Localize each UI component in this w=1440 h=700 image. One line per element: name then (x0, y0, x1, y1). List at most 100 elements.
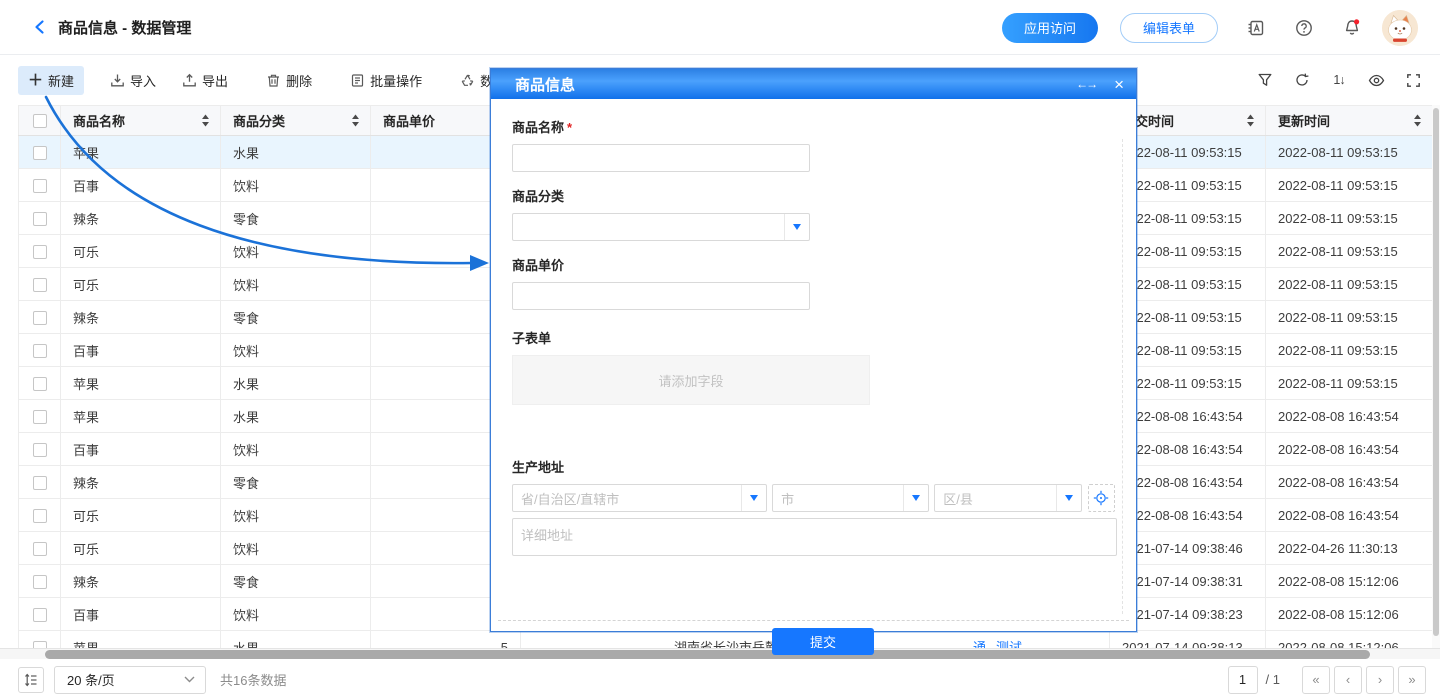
cell-product-name: 苹果 (61, 631, 221, 649)
select-arrow (784, 214, 809, 240)
vertical-scrollbar[interactable] (1432, 105, 1440, 648)
filter-icon[interactable] (1256, 71, 1274, 89)
page-size-select[interactable]: 20 条/页 (54, 666, 206, 694)
row-checkbox[interactable] (33, 443, 47, 457)
language-docs-icon[interactable] (1246, 18, 1266, 38)
product-price-input[interactable] (512, 282, 810, 310)
next-page-button[interactable]: › (1366, 666, 1394, 694)
close-icon[interactable]: × (1114, 76, 1124, 93)
product-category-select[interactable] (512, 213, 810, 241)
province-select[interactable]: 省/自治区/直辖市 (512, 484, 767, 512)
select-all-checkbox[interactable] (33, 114, 47, 128)
notification-dot (1354, 19, 1359, 24)
header-name[interactable]: 商品名称 (61, 106, 221, 136)
delete-button[interactable]: 删除 (266, 71, 312, 90)
expand-icon[interactable]: ←→ (1076, 77, 1096, 91)
row-checkbox[interactable] (33, 278, 47, 292)
row-checkbox[interactable] (33, 146, 47, 160)
modal-header[interactable]: 商品信息 ←→ × (491, 69, 1136, 99)
sort-arrows-icon (351, 114, 360, 127)
trash-icon (266, 73, 281, 88)
cell-update-time: 2022-08-11 09:53:15 (1266, 235, 1433, 268)
import-icon (110, 73, 125, 88)
row-checkbox[interactable] (33, 311, 47, 325)
attachment-link[interactable]: 测试 (996, 640, 1022, 648)
district-select[interactable]: 区/县 (934, 484, 1081, 512)
avatar[interactable] (1382, 10, 1418, 46)
back-icon[interactable] (32, 18, 50, 36)
row-height-icon[interactable] (18, 667, 44, 693)
detail-address-input[interactable] (512, 518, 1117, 556)
app-access-button[interactable]: 应用访问 (1002, 13, 1098, 43)
refresh-icon[interactable] (1293, 71, 1311, 89)
row-checkbox[interactable] (33, 410, 47, 424)
required-mark: * (567, 120, 572, 135)
row-checkbox[interactable] (33, 542, 47, 556)
prev-page-button[interactable]: ‹ (1334, 666, 1362, 694)
cell-update-time: 2022-08-11 09:53:15 (1266, 268, 1433, 301)
header-category[interactable]: 商品分类 (221, 106, 371, 136)
recycle-icon (460, 73, 475, 88)
product-name-input[interactable] (512, 144, 810, 172)
cell-checkbox (19, 334, 61, 367)
cell-product-name: 百事 (61, 598, 221, 631)
row-checkbox[interactable] (33, 575, 47, 589)
eye-icon[interactable] (1367, 71, 1385, 89)
first-page-button[interactable]: « (1302, 666, 1330, 694)
subform-dropzone[interactable]: 请添加字段 (512, 355, 870, 405)
row-checkbox[interactable] (33, 377, 47, 391)
new-button[interactable]: ＋ 新建 (18, 66, 84, 95)
province-placeholder: 省/自治区/直辖市 (521, 489, 619, 508)
locate-button[interactable] (1088, 484, 1116, 512)
product-category-label: 商品分类 (512, 186, 1115, 205)
row-checkbox[interactable] (33, 179, 47, 193)
row-checkbox[interactable] (33, 509, 47, 523)
cell-product-category: 零食 (221, 565, 371, 598)
select-arrow (903, 485, 928, 511)
submit-button[interactable]: 提交 (772, 628, 874, 655)
import-button[interactable]: 导入 (110, 71, 156, 90)
cell-product-category: 饮料 (221, 499, 371, 532)
help-icon[interactable] (1294, 18, 1314, 38)
export-button[interactable]: 导出 (182, 71, 228, 90)
cell-product-category: 零食 (221, 301, 371, 334)
horizontal-scrollbar[interactable] (0, 648, 1440, 659)
modal-title: 商品信息 (515, 74, 575, 95)
city-select[interactable]: 市 (772, 484, 929, 512)
sort-arrows-icon (1413, 114, 1422, 127)
cell-product-name: 百事 (61, 334, 221, 367)
cell-product-category: 零食 (221, 466, 371, 499)
pagination-bar: 20 条/页 共16条数据 1 / 1 « ‹ › » (0, 659, 1440, 700)
notification-bell-icon[interactable] (1342, 18, 1362, 38)
cell-product-price: 5 (371, 631, 521, 649)
current-page-input[interactable]: 1 (1228, 666, 1258, 694)
row-checkbox[interactable] (33, 476, 47, 490)
row-checkbox[interactable] (33, 245, 47, 259)
header-checkbox-cell (19, 106, 61, 136)
edit-form-button[interactable]: 编辑表单 (1120, 13, 1218, 43)
cell-checkbox (19, 268, 61, 301)
cell-checkbox (19, 169, 61, 202)
horizontal-scrollbar-thumb[interactable] (45, 650, 1370, 659)
row-checkbox[interactable] (33, 212, 47, 226)
sort-icon[interactable]: 1↓ (1330, 71, 1348, 89)
cell-product-name: 辣条 (61, 202, 221, 235)
row-checkbox[interactable] (33, 608, 47, 622)
row-checkbox[interactable] (33, 641, 47, 648)
fullscreen-icon[interactable] (1404, 71, 1422, 89)
header-update-time[interactable]: 更新时间 (1266, 106, 1433, 136)
attachment-link[interactable]: 通 (973, 640, 986, 648)
last-page-button[interactable]: » (1398, 666, 1426, 694)
cell-update-time: 2022-08-11 09:53:15 (1266, 301, 1433, 334)
batch-actions-button[interactable]: 批量操作 (350, 71, 422, 90)
cell-product-name: 百事 (61, 169, 221, 202)
cell-links: 通 测试 (973, 631, 1032, 648)
vertical-scrollbar-thumb[interactable] (1433, 108, 1439, 636)
subform-label: 子表单 (512, 328, 1115, 347)
modal-body: 商品名称* 商品分类 商品单价 子表单 请添加字段 生产地址 省/自治区/直辖市 (491, 99, 1136, 633)
table-row[interactable]: 苹果 水果 5 湖南省长沙市岳麓区天顶街道通测试 2021-07-14 09:3… (19, 631, 1433, 649)
row-checkbox[interactable] (33, 344, 47, 358)
cell-checkbox (19, 499, 61, 532)
triangle-down-icon (1065, 495, 1073, 501)
cell-checkbox (19, 136, 61, 169)
